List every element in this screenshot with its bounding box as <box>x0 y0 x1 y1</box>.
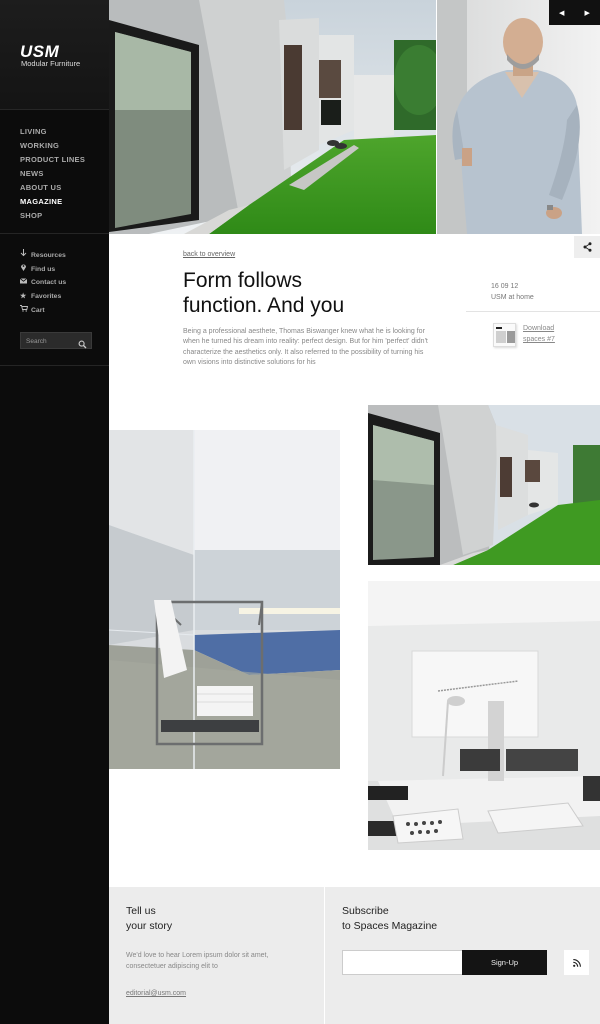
tool-resources-label: Resources <box>31 252 66 259</box>
footer-subscribe-panel: Subscribe to Spaces Magazine Sign-Up <box>325 887 600 1024</box>
search-box <box>20 332 92 349</box>
page: USM Modular Furniture LIVING WORKING PRO… <box>0 0 600 1024</box>
map-pin-icon <box>20 263 29 277</box>
envelope-icon <box>19 276 29 290</box>
tools-nav: Resources Find us Contact us ★ Favorites <box>19 249 67 318</box>
subscribe-title-line2: to Spaces Magazine <box>342 920 438 932</box>
hero-portrait-image <box>437 0 600 234</box>
triangle-left-icon[interactable]: ◀ <box>549 0 575 25</box>
tool-favorites[interactable]: ★ Favorites <box>20 290 66 304</box>
rss-icon <box>572 958 581 967</box>
article-body: Being a professional aesthete, Thomas Bi… <box>183 328 428 366</box>
main-nav: LIVING WORKING PRODUCT LINES NEWS ABOUT … <box>20 125 85 223</box>
story-title-line2: your story <box>126 920 173 932</box>
triangle-right-icon[interactable]: ▶ <box>575 0 600 25</box>
nav-item-magazine[interactable]: MAGAZINE <box>20 195 85 209</box>
sidebar-divider <box>0 365 109 366</box>
nav-item-working[interactable]: WORKING <box>20 139 85 153</box>
share-button[interactable] <box>574 236 600 258</box>
story-title-line1: Tell us <box>126 905 156 917</box>
sidebar: USM Modular Furniture LIVING WORKING PRO… <box>0 0 109 1024</box>
newsletter-email-input[interactable] <box>342 950 463 975</box>
nav-item-product-lines[interactable]: PRODUCT LINES <box>20 153 85 167</box>
download-arrow-icon <box>20 249 29 263</box>
gallery-image-office[interactable] <box>368 581 600 850</box>
gallery-image-house[interactable] <box>368 405 600 565</box>
search-input[interactable] <box>26 336 78 346</box>
sidebar-divider <box>0 233 109 234</box>
tool-resources[interactable]: Resources <box>20 249 66 263</box>
star-icon: ★ <box>20 293 27 301</box>
article-category: USM at home <box>491 294 534 301</box>
nav-item-shop[interactable]: SHOP <box>20 209 85 223</box>
nav-item-news[interactable]: NEWS <box>20 167 85 181</box>
tool-find-us-label: Find us <box>31 265 56 273</box>
tool-find-us[interactable]: Find us <box>20 263 66 277</box>
article-title-line1: Form follows <box>183 269 303 292</box>
nav-item-living[interactable]: LIVING <box>20 125 85 139</box>
gallery-image-pool[interactable] <box>109 430 340 769</box>
story-title: Tell us your story <box>126 904 172 934</box>
tool-cart[interactable]: Cart <box>20 304 66 318</box>
back-to-overview-link[interactable]: back to overview <box>183 251 235 258</box>
magazine-thumbnail[interactable] <box>493 323 516 347</box>
cart-icon <box>20 304 29 318</box>
story-text: We'd love to hear Lorem ipsum dolor sit … <box>126 952 269 970</box>
tool-cart-label: Cart <box>31 306 45 314</box>
article-date: 16 09 12 <box>491 283 519 290</box>
download-link-line1: Download <box>523 325 555 332</box>
search-icon[interactable] <box>78 336 87 349</box>
slider-controls: ◀ ▶ <box>549 0 600 25</box>
hero-house-image <box>109 0 436 234</box>
download-spaces-link[interactable]: Download spaces #7 <box>523 323 573 345</box>
tool-contact-us-label: Contact us <box>31 279 67 287</box>
editorial-email-link[interactable]: editorial@usm.com <box>126 990 186 997</box>
nav-item-about-us[interactable]: ABOUT US <box>20 181 85 195</box>
brand-tagline: Modular Furniture <box>21 59 81 68</box>
download-link-line2: spaces #7 <box>523 336 555 343</box>
sidebar-brand-area: USM Modular Furniture <box>0 0 109 110</box>
rss-button[interactable] <box>564 950 589 975</box>
sign-up-button[interactable]: Sign-Up <box>462 950 547 975</box>
subscribe-title-line1: Subscribe <box>342 905 389 917</box>
share-icon <box>583 242 591 252</box>
meta-divider <box>466 311 600 312</box>
article-title-line2: function. And you <box>183 294 345 317</box>
subscribe-title: Subscribe to Spaces Magazine <box>342 904 437 934</box>
article-title: Form follows function. And you <box>183 268 433 318</box>
tool-contact-us[interactable]: Contact us <box>19 276 67 290</box>
footer-story-panel: Tell us your story We'd love to hear Lor… <box>109 887 324 1024</box>
tool-favorites-label: Favorites <box>31 293 62 301</box>
